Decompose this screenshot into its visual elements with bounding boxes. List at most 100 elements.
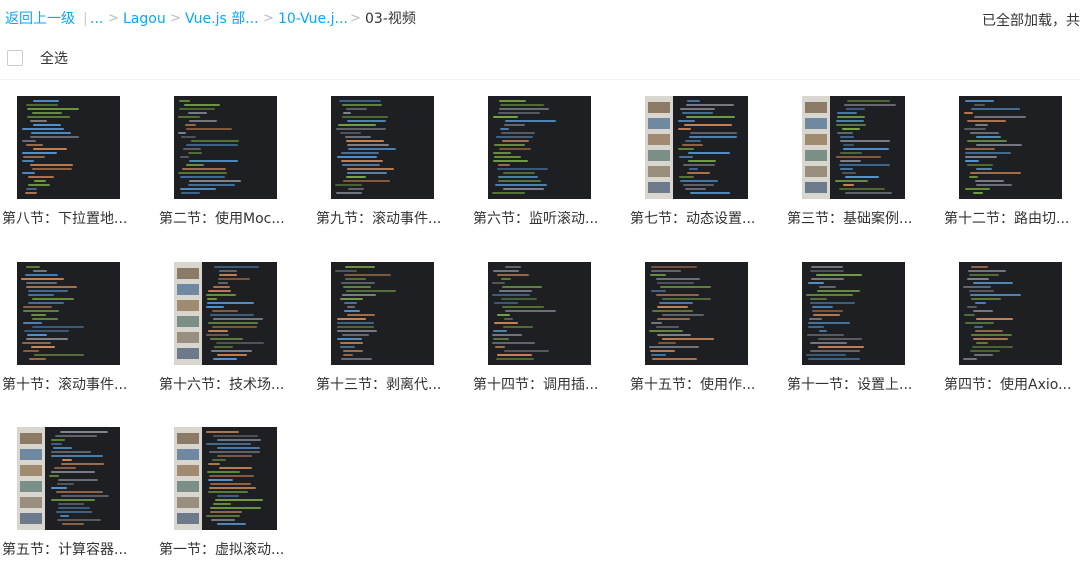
code-line [843, 184, 854, 186]
preview-image [805, 134, 827, 145]
code-line [343, 354, 353, 356]
file-name[interactable]: 第十一节：设置上... [787, 374, 927, 394]
file-name[interactable]: 第五节：计算容器... [2, 539, 142, 559]
code-line [819, 286, 836, 288]
file-tile[interactable]: 第一节：虚拟滚动... [157, 427, 307, 567]
select-all-label[interactable]: 全选 [40, 48, 68, 68]
code-line [26, 104, 58, 106]
code-line [33, 100, 59, 102]
code-line [503, 172, 535, 174]
file-tile[interactable]: 第二节：使用Moc... [157, 96, 307, 236]
back-link[interactable]: 返回上一级 [5, 10, 75, 28]
code-line [58, 503, 84, 505]
code-line [836, 156, 881, 158]
code-line [808, 358, 860, 360]
divider [0, 79, 1080, 80]
code-line [964, 314, 975, 316]
code-line [493, 160, 528, 162]
file-name[interactable]: 第四节：使用Axio... [944, 374, 1080, 394]
code-line [51, 499, 95, 501]
preview-image [20, 497, 42, 508]
file-tile[interactable]: 第十四节：调用插... [471, 262, 621, 402]
file-name[interactable]: 第十五节：使用作... [630, 374, 770, 394]
preview-image [177, 465, 199, 476]
file-tile[interactable]: 第九节：滚动事件... [314, 96, 464, 236]
code-line [342, 294, 376, 296]
file-name[interactable]: 第八节：下拉置地... [2, 208, 142, 228]
code-line [818, 346, 864, 348]
code-line [216, 342, 264, 344]
code-line [188, 112, 207, 114]
file-name[interactable]: 第九节：滚动事件... [316, 208, 456, 228]
code-line [967, 164, 993, 166]
code-line [343, 112, 351, 114]
file-tile[interactable]: 第十三节：剥离代... [314, 262, 464, 402]
code-line [967, 120, 1006, 122]
code-line [28, 176, 54, 178]
code-line [338, 124, 376, 126]
code-line [347, 306, 355, 308]
code-line [682, 144, 703, 146]
file-name[interactable]: 第六节：监听滚动... [473, 208, 613, 228]
code-line [504, 124, 525, 126]
file-name[interactable]: 第十六节：技术场... [159, 374, 299, 394]
code-line [207, 298, 217, 300]
file-name[interactable]: 第十节：滚动事件... [2, 374, 142, 394]
file-name[interactable]: 第十二节：路由切... [944, 208, 1080, 228]
code-line [53, 447, 72, 449]
code-line [965, 322, 994, 324]
code-line [208, 322, 258, 324]
code-line [840, 168, 853, 170]
file-tile[interactable]: 第十六节：技术场... [157, 262, 307, 402]
code-line [662, 298, 711, 300]
file-tile[interactable]: 第十五节：使用作... [628, 262, 778, 402]
breadcrumb-item-10-vue[interactable]: 10-Vue.j... [278, 10, 348, 28]
code-line [206, 294, 236, 296]
code-line [840, 160, 861, 162]
code-line [499, 108, 549, 110]
breadcrumb-item-vuejs[interactable]: Vue.js 部... [185, 10, 259, 28]
code-line [976, 184, 1012, 186]
code-line [847, 100, 890, 102]
breadcrumb-item-lagou[interactable]: Lagou [123, 10, 166, 28]
breadcrumb-ellipsis[interactable]: ... [90, 10, 103, 28]
file-tile[interactable]: 第六节：监听滚动... [471, 96, 621, 236]
file-tile[interactable]: 第八节：下拉置地... [0, 96, 150, 236]
file-tile[interactable]: 第十节：滚动事件... [0, 262, 150, 402]
file-tile[interactable]: 第五节：计算容器... [0, 427, 150, 567]
file-name[interactable]: 第三节：基础案例... [787, 208, 927, 228]
code-line [23, 306, 52, 308]
code-line [214, 266, 259, 268]
code-line [662, 314, 704, 316]
file-name[interactable]: 第七节：动态设置... [630, 208, 770, 228]
code-line [816, 274, 862, 276]
code-line [657, 318, 690, 320]
code-line [213, 286, 230, 288]
code-line [657, 306, 688, 308]
file-tile[interactable]: 第三节：基础案例... [785, 96, 935, 236]
code-line [971, 298, 1001, 300]
file-name[interactable]: 第十三节：剥离代... [316, 374, 456, 394]
code-line [499, 290, 532, 292]
file-name[interactable]: 第十四节：调用插... [473, 374, 613, 394]
code-line [497, 354, 532, 356]
file-tile[interactable]: 第七节：动态设置... [628, 96, 778, 236]
code-line [25, 274, 58, 276]
file-tile[interactable]: 第十二节：路由切... [942, 96, 1080, 236]
file-tile[interactable]: 第十一节：设置上... [785, 262, 935, 402]
preview-image [177, 513, 199, 524]
code-line [30, 164, 73, 166]
file-tile[interactable]: 第四节：使用Axio... [942, 262, 1080, 402]
code-line [23, 310, 59, 312]
code-line [27, 108, 79, 110]
code-line [179, 100, 190, 102]
code-line [657, 282, 694, 284]
code-line [499, 100, 526, 102]
code-line [30, 120, 47, 122]
code-line [49, 475, 59, 477]
file-name[interactable]: 第一节：虚拟滚动... [159, 539, 299, 559]
file-name[interactable]: 第二节：使用Moc... [159, 208, 299, 228]
code-line [347, 168, 394, 170]
code-line [659, 302, 693, 304]
select-all-checkbox[interactable] [7, 50, 23, 66]
